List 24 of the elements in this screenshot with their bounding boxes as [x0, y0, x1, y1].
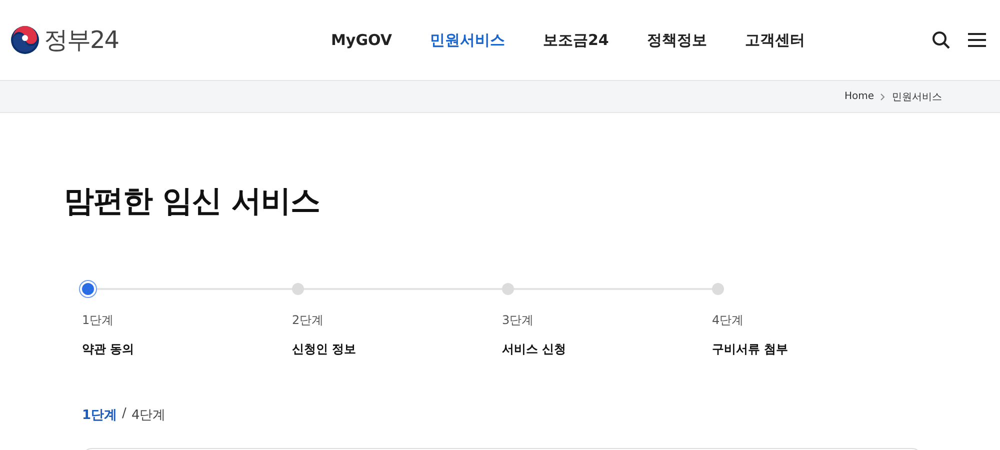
- breadcrumb-link[interactable]: 민원서비스: [892, 90, 942, 104]
- step-number: 2단계: [292, 312, 324, 329]
- total-steps: 4단계: [131, 406, 166, 424]
- nav-tab[interactable]: MyGOV: [312, 26, 411, 54]
- chevron-icon: [879, 92, 887, 100]
- step-label: 구비서류 첨부: [712, 341, 788, 358]
- step-number: 1단계: [82, 312, 114, 329]
- step-label: 신청인 정보: [292, 341, 356, 358]
- menu-icon[interactable]: [968, 32, 986, 48]
- step-number: 3단계: [502, 312, 534, 329]
- current-step: 1단계: [82, 406, 118, 424]
- step-label: 약관 동의: [82, 341, 134, 358]
- nav-tab[interactable]: 민원서비스: [410, 26, 524, 54]
- step-number: 4단계: [712, 312, 744, 329]
- separator: /: [122, 406, 126, 423]
- step-label: 서비스 신청: [502, 341, 566, 358]
- page-title: 맘편한 임신 서비스: [64, 183, 321, 221]
- logo-text[interactable]: 정부24: [44, 24, 119, 56]
- nav-tab[interactable]: 보조금24: [524, 26, 628, 54]
- breadcrumb-link[interactable]: Home: [844, 91, 874, 102]
- nav-tab[interactable]: 고객센터: [726, 26, 824, 54]
- logo-icon: [10, 25, 40, 55]
- nav-tab[interactable]: 정책정보: [628, 26, 726, 54]
- search-icon[interactable]: [932, 31, 950, 49]
